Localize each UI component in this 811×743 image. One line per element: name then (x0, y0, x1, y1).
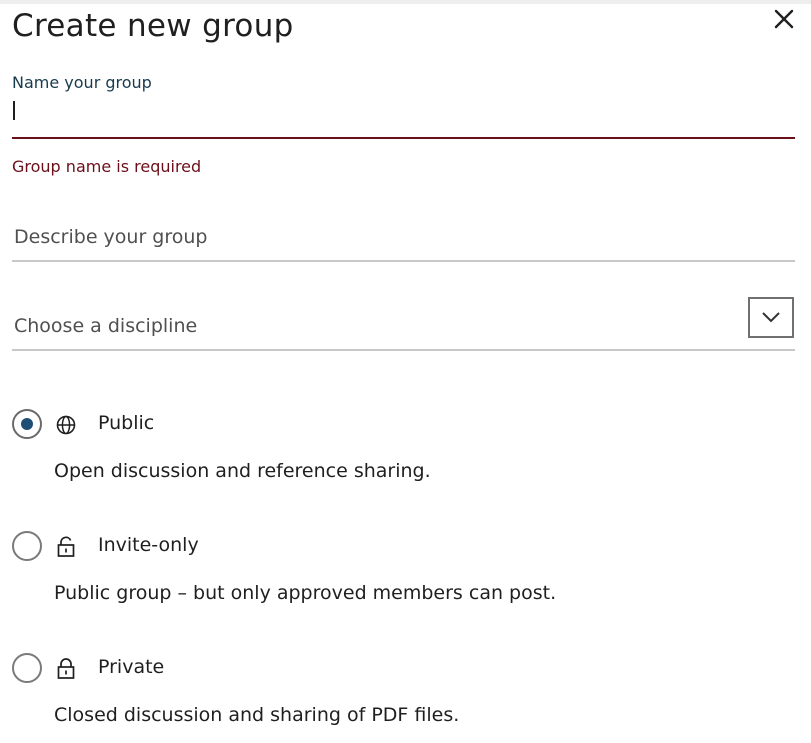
privacy-option-description: Closed discussion and sharing of PDF fil… (54, 704, 460, 726)
privacy-option-description: Public group – but only approved members… (54, 582, 557, 604)
group-name-error: Group name is required (12, 157, 202, 176)
close-button[interactable] (771, 6, 797, 32)
lock-icon (57, 658, 75, 679)
discipline-dropdown-button[interactable] (748, 297, 794, 338)
privacy-option-label: Invite-only (98, 534, 199, 556)
close-icon (774, 9, 794, 29)
privacy-option-label: Private (98, 656, 165, 678)
radio-public[interactable] (12, 409, 42, 439)
discipline-placeholder: Choose a discipline (14, 315, 198, 337)
group-description-placeholder: Describe your group (14, 226, 208, 248)
group-description-field[interactable]: Describe your group (12, 212, 795, 262)
globe-icon (56, 415, 76, 435)
privacy-option-private[interactable]: Private Closed discussion and sharing of… (12, 653, 712, 733)
privacy-option-invite-only[interactable]: Invite-only Public group – but only appr… (12, 531, 712, 611)
privacy-option-public[interactable]: Public Open discussion and reference sha… (12, 409, 712, 489)
dialog-top-edge (0, 0, 811, 4)
privacy-option-description: Open discussion and reference sharing. (54, 460, 431, 482)
radio-private[interactable] (12, 653, 42, 683)
create-group-dialog: Create new group Name your group Group n… (0, 0, 811, 743)
group-name-label: Name your group (12, 73, 152, 92)
discipline-select[interactable]: Choose a discipline (12, 301, 795, 351)
text-caret (13, 101, 15, 120)
group-name-input[interactable] (12, 95, 795, 139)
unlocked-lock-icon (57, 536, 75, 557)
dialog-title: Create new group (12, 8, 294, 44)
privacy-option-label: Public (98, 412, 155, 434)
chevron-down-icon (762, 312, 780, 323)
radio-invite-only[interactable] (12, 531, 42, 561)
